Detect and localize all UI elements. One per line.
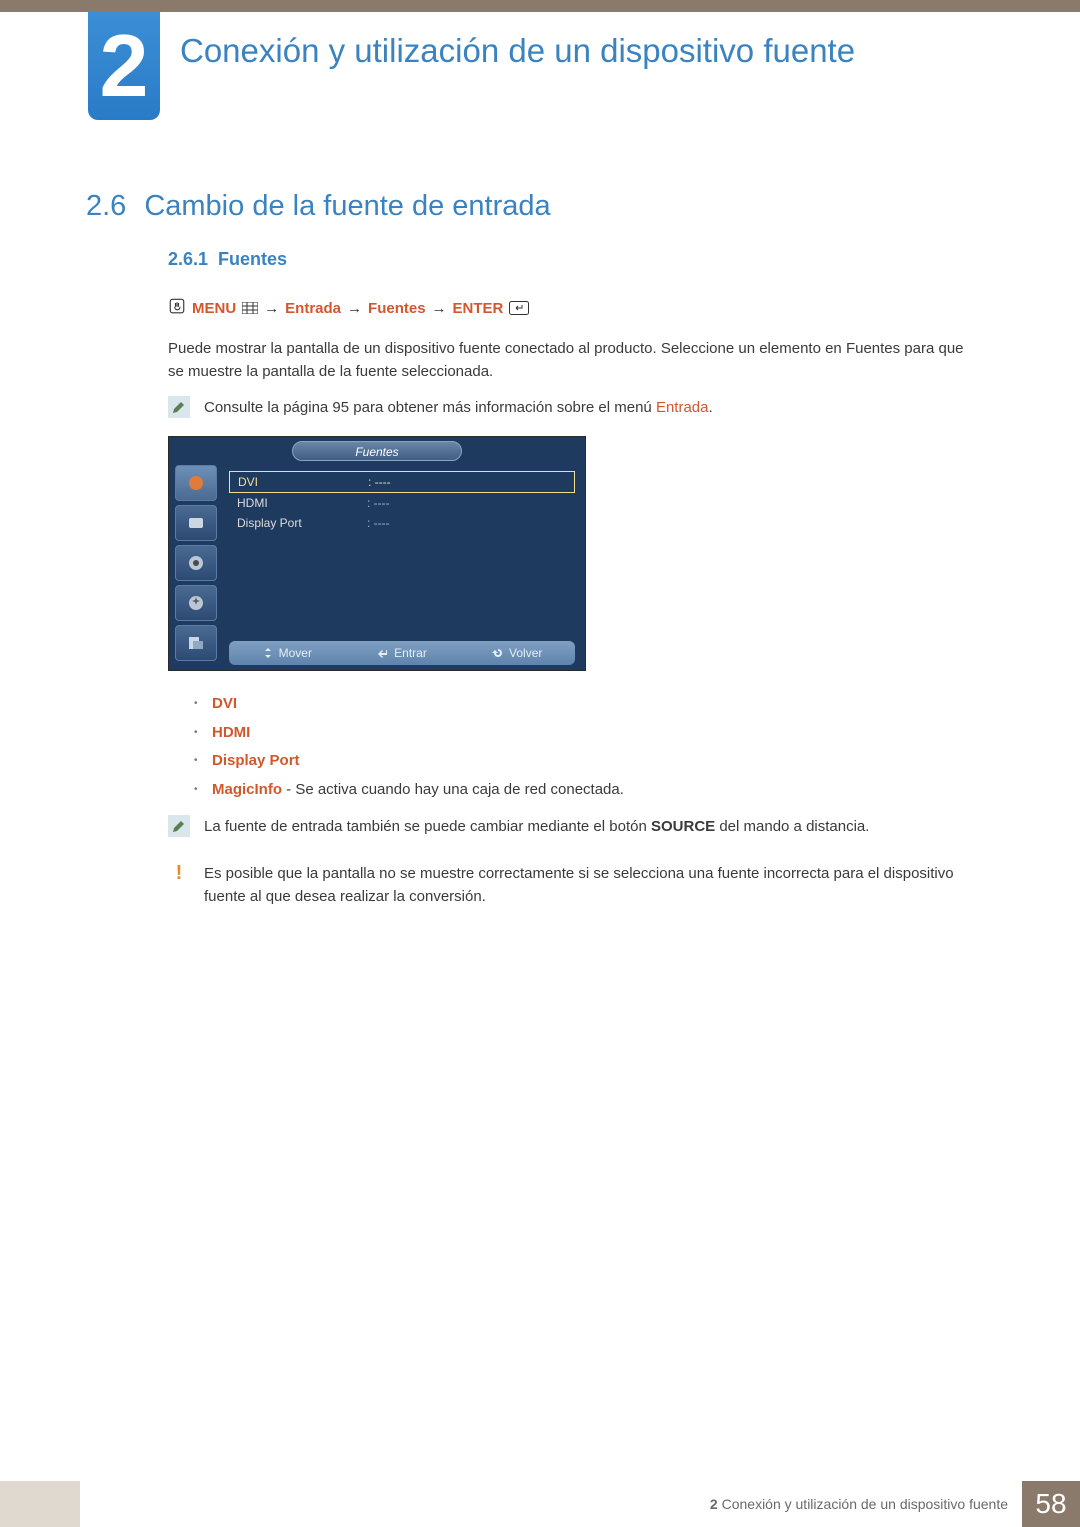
osd-screenshot: Fuentes DVI : ---- HDMI : ---- Display P… <box>168 436 586 671</box>
bullet-label: HDMI <box>212 724 250 741</box>
osd-row-value: : ---- <box>368 475 391 489</box>
bullet-magicinfo: MagicInfo - Se activa cuando hay una caj… <box>194 776 624 805</box>
warning-note: ! Es posible que la pantalla no se muest… <box>168 862 978 909</box>
info-note-source-text: La fuente de entrada también se puede ca… <box>204 815 869 838</box>
osd-footer-move-label: Mover <box>279 646 312 660</box>
chapter-number: 2 <box>100 22 149 110</box>
enter-small-icon <box>377 647 389 659</box>
source-bullet-list: DVI HDMI Display Port MagicInfo - Se act… <box>194 690 624 804</box>
osd-row-label: HDMI <box>237 496 367 510</box>
subsection-title: Fuentes <box>218 249 287 269</box>
arrow-sep-3: → <box>432 300 447 317</box>
nav-enter-label: ENTER <box>453 300 504 317</box>
section-heading: 2.6 Cambio de la fuente de entrada <box>86 190 551 223</box>
pencil-icon <box>168 815 190 837</box>
nav-step-entrada: Entrada <box>285 300 341 317</box>
chapter-title: Conexión y utilización de un dispositivo… <box>180 30 855 71</box>
note-ref-link: Entrada <box>656 399 709 416</box>
osd-sidebar-icon-5 <box>175 625 217 661</box>
bullet-label: DVI <box>212 695 237 712</box>
osd-row-value: : ---- <box>367 516 390 530</box>
arrow-sep-2: → <box>347 300 362 317</box>
osd-footer-move: Mover <box>262 646 312 660</box>
osd-row-hdmi: HDMI : ---- <box>229 493 575 513</box>
osd-row-value: : ---- <box>367 496 390 510</box>
subsection-heading: 2.6.1 Fuentes <box>168 249 287 270</box>
warning-icon: ! <box>168 862 190 884</box>
note-ref-suffix: . <box>708 399 712 416</box>
info-note-reference: Consulte la página 95 para obtener más i… <box>168 396 713 419</box>
osd-footer-enter: Entrar <box>377 646 427 660</box>
hand-icon <box>168 297 186 319</box>
chapter-badge: 2 <box>88 12 160 120</box>
bullet-hdmi: HDMI <box>194 719 624 748</box>
osd-footer-back: Volver <box>492 646 542 660</box>
section-number: 2.6 <box>86 190 126 222</box>
osd-footer-enter-label: Entrar <box>394 646 427 660</box>
osd-row-label: Display Port <box>237 516 367 530</box>
arrow-sep-1: → <box>264 300 279 317</box>
warning-note-text: Es posible que la pantalla no se muestre… <box>204 862 978 909</box>
nav-step-fuentes: Fuentes <box>368 300 426 317</box>
bullet-label: MagicInfo <box>212 781 282 798</box>
osd-row-dvi: DVI : ---- <box>229 471 575 493</box>
section-title: Cambio de la fuente de entrada <box>144 190 550 222</box>
note-source-prefix: La fuente de entrada también se puede ca… <box>204 818 651 835</box>
note-ref-prefix: Consulte la página 95 para obtener más i… <box>204 399 656 416</box>
subsection-number: 2.6.1 <box>168 249 208 269</box>
bullet-extra: - Se activa cuando hay una caja de red c… <box>282 781 624 798</box>
info-note-text: Consulte la página 95 para obtener más i… <box>204 396 713 419</box>
osd-sidebar-icon-2 <box>175 505 217 541</box>
osd-row-displayport: Display Port : ---- <box>229 513 575 533</box>
osd-row-label: DVI <box>238 475 368 489</box>
nav-menu-label: MENU <box>192 300 236 317</box>
menu-navigation-path: MENU → Entrada → Fuentes → ENTER <box>168 297 529 319</box>
footer-left-block <box>0 1481 80 1527</box>
osd-footer: Mover Entrar Volver <box>229 641 575 665</box>
menu-grid-icon <box>242 302 258 314</box>
footer-chapter-num: 2 <box>710 1496 718 1512</box>
footer-page-number: 58 <box>1022 1481 1080 1527</box>
bullet-label: Display Port <box>212 752 300 769</box>
intro-paragraph: Puede mostrar la pantalla de un disposit… <box>168 337 968 384</box>
osd-title: Fuentes <box>292 441 462 461</box>
osd-footer-back-label: Volver <box>509 646 542 660</box>
osd-sidebar-icon-source <box>175 465 217 501</box>
page-footer: 2 Conexión y utilización de un dispositi… <box>0 1481 1080 1527</box>
osd-sidebar-icon-3 <box>175 545 217 581</box>
osd-sidebar <box>175 465 217 665</box>
note-source-bold: SOURCE <box>651 818 715 835</box>
bullet-displayport: Display Port <box>194 747 624 776</box>
osd-source-list: DVI : ---- HDMI : ---- Display Port : --… <box>229 471 575 533</box>
bullet-dvi: DVI <box>194 690 624 719</box>
top-accent-bar <box>0 0 1080 12</box>
info-note-source: La fuente de entrada también se puede ca… <box>168 815 869 838</box>
enter-icon <box>509 301 529 315</box>
pencil-icon <box>168 396 190 418</box>
footer-chapter-text: Conexión y utilización de un dispositivo… <box>722 1496 1008 1512</box>
osd-sidebar-icon-4 <box>175 585 217 621</box>
updown-icon <box>262 647 274 659</box>
return-icon <box>492 647 504 659</box>
note-source-suffix: del mando a distancia. <box>715 818 869 835</box>
footer-label: 2 Conexión y utilización de un dispositi… <box>710 1496 1008 1512</box>
